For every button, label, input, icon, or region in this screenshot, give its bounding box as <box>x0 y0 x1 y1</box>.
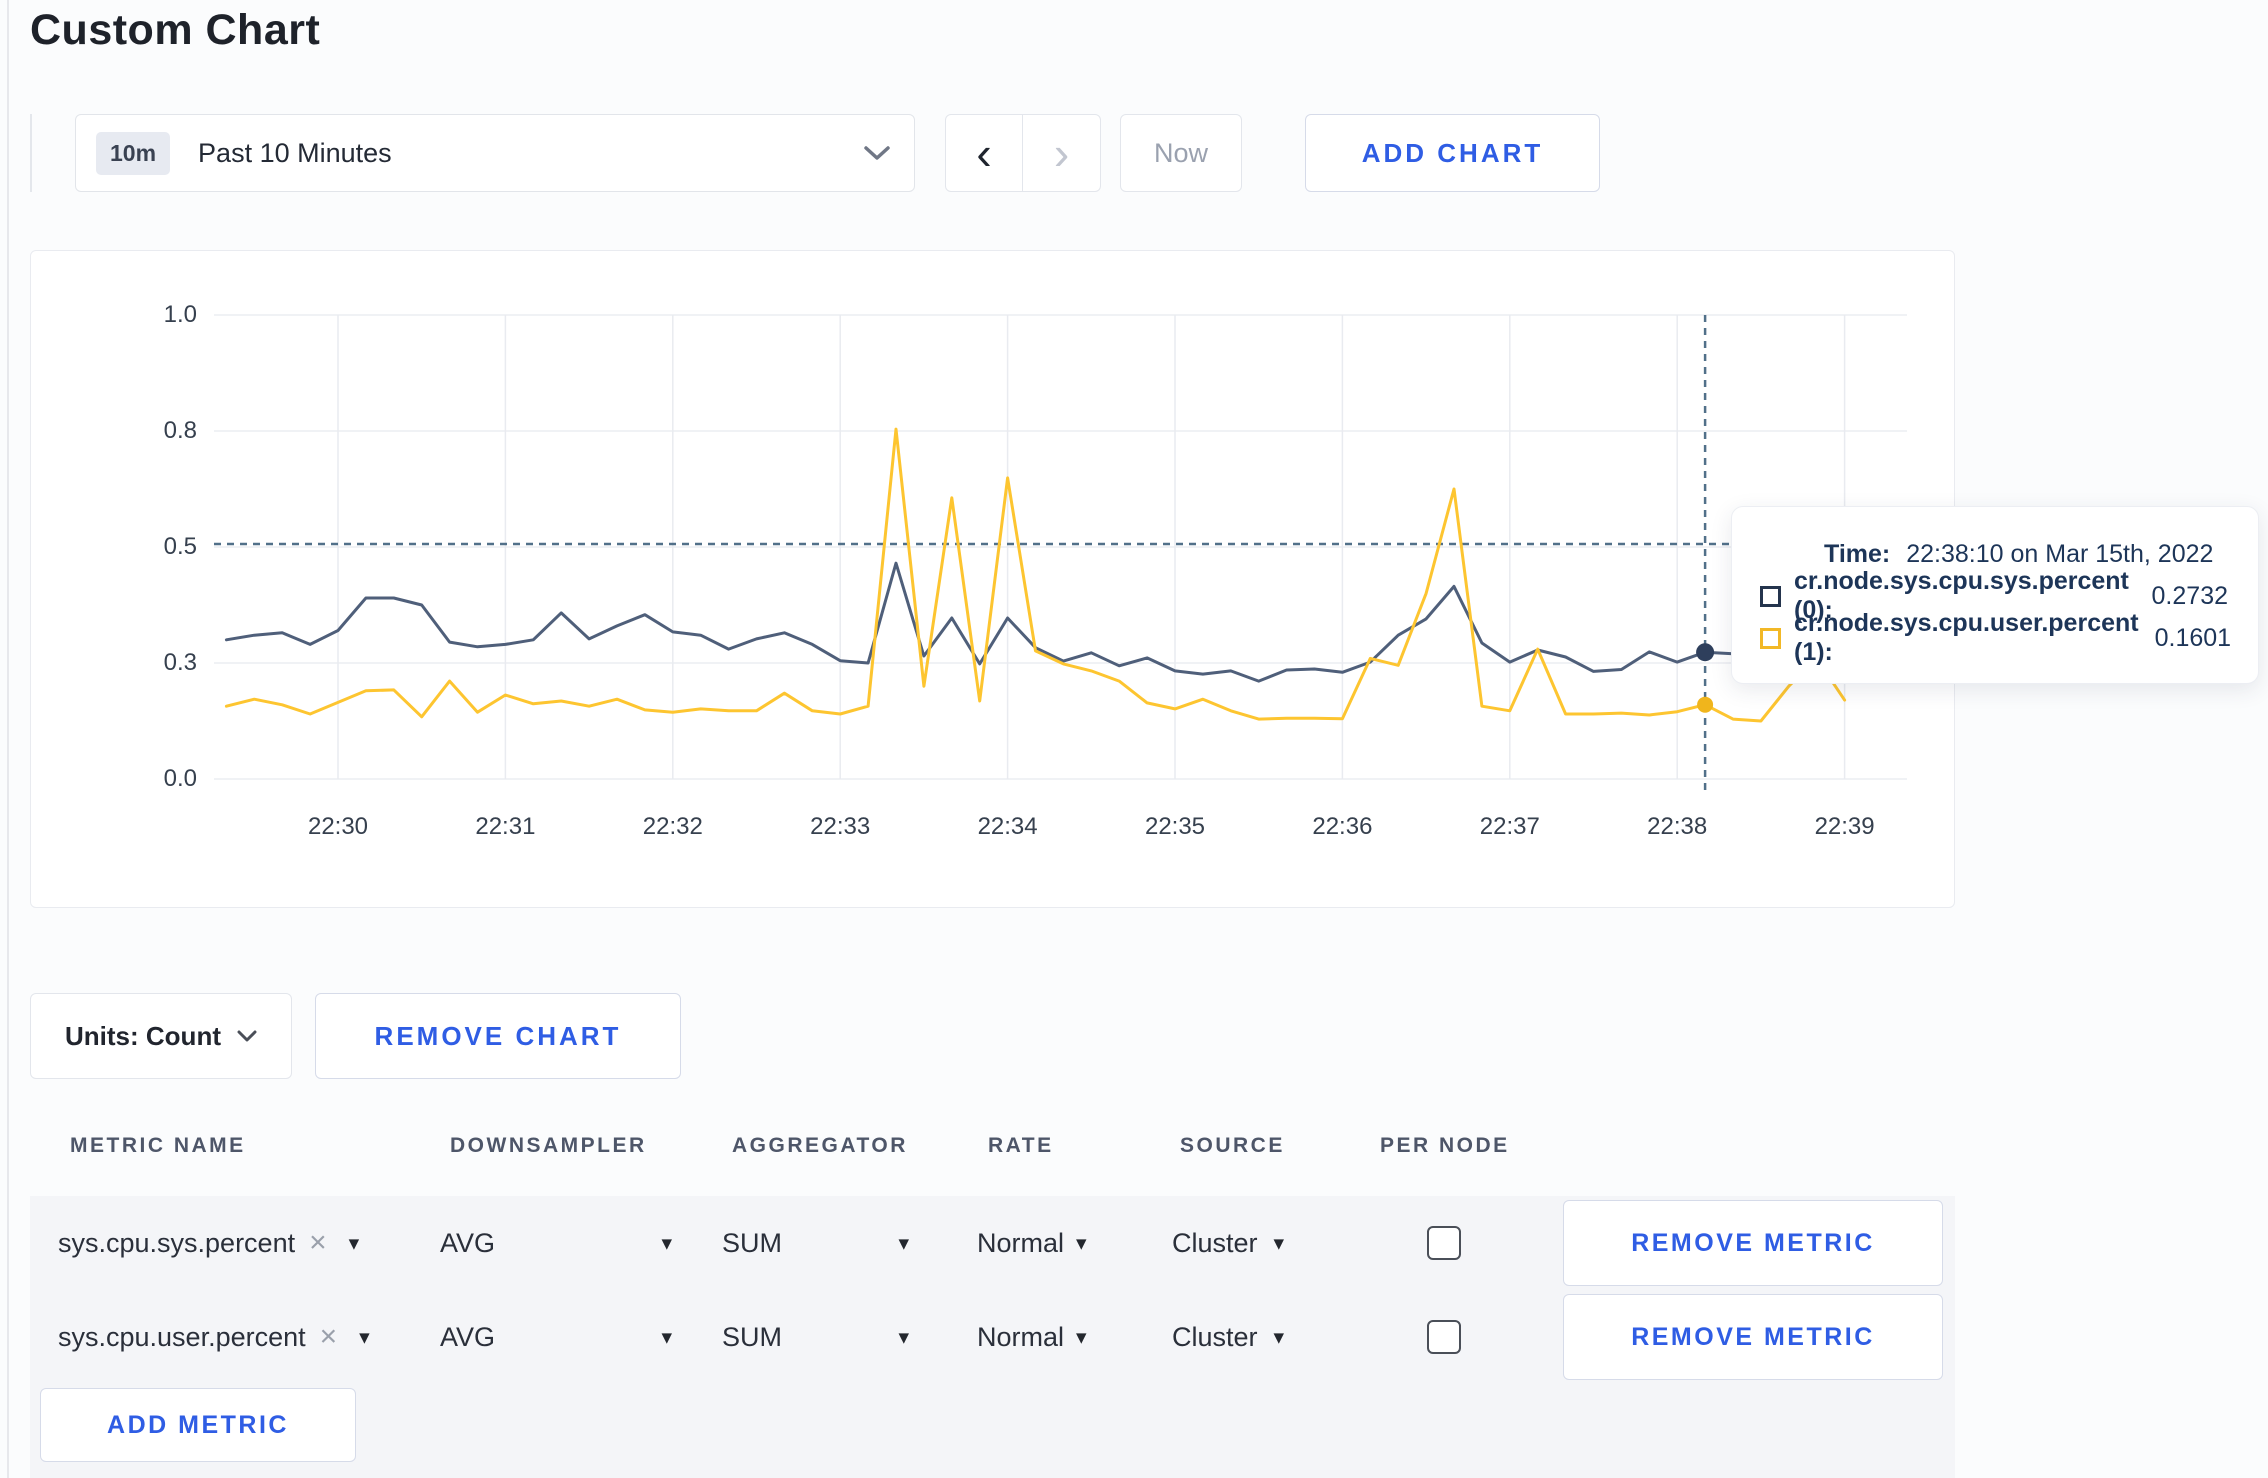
col-header-per-node: PER NODE <box>1380 1134 1510 1157</box>
downsampler-value: AVG <box>440 1227 496 1258</box>
per-node-checkbox[interactable] <box>1427 1226 1461 1260</box>
add-chart-button[interactable]: ADD CHART <box>1305 114 1600 192</box>
aggregator-value: SUM <box>722 1227 782 1258</box>
x-axis-label: 22:33 <box>810 813 871 840</box>
tooltip-series-user-name: cr.node.sys.cpu.user.percent (1): <box>1794 609 2139 666</box>
downsampler-value: AVG <box>440 1321 496 1352</box>
x-axis-label: 22:38 <box>1647 813 1708 840</box>
metrics-table-body: sys.cpu.sys.percent × ▾ AVG ▾ SUM ▾ Norm… <box>30 1196 1955 1478</box>
tooltip-series-user-value: 0.1601 <box>2154 623 2232 652</box>
page-left-divider <box>7 0 9 1478</box>
source-select[interactable]: Cluster ▾ <box>1172 1196 1284 1290</box>
per-node-checkbox[interactable] <box>1427 1320 1461 1354</box>
remove-metric-button[interactable]: REMOVE METRIC <box>1563 1200 1943 1286</box>
caret-down-icon: ▾ <box>1076 1325 1087 1349</box>
rate-value: Normal <box>977 1227 1065 1258</box>
now-button[interactable]: Now <box>1120 114 1242 192</box>
caret-down-icon: ▾ <box>898 1325 909 1349</box>
x-axis-label: 22:39 <box>1814 813 1875 840</box>
chart-svg <box>214 314 1907 793</box>
metrics-table-header: METRIC NAME DOWNSAMPLER AGGREGATOR RATE … <box>30 1134 1955 1180</box>
caret-down-icon: ▾ <box>661 1325 672 1349</box>
hover-dot-user <box>1697 696 1714 713</box>
chart-tooltip: Time: 22:38:10 on Mar 15th, 2022 cr.node… <box>1731 506 2259 684</box>
downsampler-select[interactable]: AVG ▾ <box>440 1290 672 1384</box>
y-axis-label: 0.5 <box>163 533 197 560</box>
downsampler-select[interactable]: AVG ▾ <box>440 1196 672 1290</box>
aggregator-select[interactable]: SUM ▾ <box>722 1196 909 1290</box>
col-header-downsampler: DOWNSAMPLER <box>450 1134 647 1157</box>
tooltip-time-value: 22:38:10 on Mar 15th, 2022 <box>1906 539 2214 568</box>
units-label: Units: Count <box>65 1020 221 1051</box>
col-header-rate: RATE <box>988 1134 1054 1157</box>
time-window-nav: ‹ › <box>945 114 1101 192</box>
col-header-aggregator: AGGREGATOR <box>732 1134 908 1157</box>
series-line-user <box>224 427 1847 723</box>
rate-select[interactable]: Normal ▾ <box>977 1290 1087 1384</box>
time-range-badge: 10m <box>96 131 171 175</box>
tooltip-time-label: Time: <box>1824 539 1891 568</box>
series-sys-legend-icon <box>1760 585 1781 607</box>
hover-dot-sys <box>1696 643 1715 662</box>
chevron-down-icon <box>237 1030 257 1043</box>
x-axis-label: 22:35 <box>1144 813 1206 840</box>
prev-window-button[interactable]: ‹ <box>946 115 1023 191</box>
col-header-metric-name: METRIC NAME <box>70 1134 246 1157</box>
source-value: Cluster <box>1172 1227 1258 1258</box>
x-axis-label: 22:37 <box>1479 813 1540 840</box>
chevron-down-icon <box>864 145 890 161</box>
time-range-label: Past 10 Minutes <box>198 137 392 168</box>
chart-card[interactable]: 0.0 0.3 0.5 0.8 1.0 22:30 22:31 22:32 22:33 22:34… <box>30 250 2259 908</box>
col-header-source: SOURCE <box>1180 1134 1285 1157</box>
rate-select[interactable]: Normal ▾ <box>977 1196 1087 1290</box>
remove-metric-x-icon[interactable]: × <box>309 1226 327 1260</box>
toolbar-divider <box>30 114 32 192</box>
caret-down-icon: ▾ <box>898 1231 909 1255</box>
aggregator-value: SUM <box>722 1321 782 1352</box>
caret-down-icon: ▾ <box>1273 1325 1285 1349</box>
table-row: sys.cpu.user.percent × ▾ AVG ▾ SUM ▾ Nor… <box>30 1290 1955 1384</box>
source-value: Cluster <box>1172 1321 1258 1352</box>
table-row: sys.cpu.sys.percent × ▾ AVG ▾ SUM ▾ Norm… <box>30 1196 1955 1290</box>
y-axis-label: 0.3 <box>163 649 197 676</box>
chevron-right-icon: › <box>1053 127 1070 179</box>
caret-down-icon: ▾ <box>1076 1231 1087 1255</box>
y-axis-label: 1.0 <box>163 301 197 328</box>
x-axis-label: 22:36 <box>1312 813 1373 840</box>
caret-down-icon: ▾ <box>661 1231 672 1255</box>
x-axis-label: 22:32 <box>642 813 703 840</box>
time-range-dropdown[interactable]: 10m Past 10 Minutes <box>75 114 915 192</box>
series-user-legend-icon <box>1760 627 1781 649</box>
y-axis-label: 0.0 <box>163 765 197 792</box>
rate-value: Normal <box>977 1321 1065 1352</box>
metric-select-caret-icon[interactable]: ▾ <box>349 1231 360 1256</box>
remove-chart-button[interactable]: REMOVE CHART <box>315 993 681 1079</box>
chevron-left-icon: ‹ <box>976 127 992 179</box>
page-title: Custom Chart <box>30 6 321 54</box>
remove-metric-button[interactable]: REMOVE METRIC <box>1563 1294 1943 1380</box>
x-axis-label: 22:30 <box>307 813 369 840</box>
tooltip-series-sys-value: 0.2732 <box>2151 581 2228 610</box>
next-window-button[interactable]: › <box>1023 115 1100 191</box>
y-axis-label: 0.8 <box>163 417 197 444</box>
metric-name-value: sys.cpu.sys.percent <box>58 1227 296 1258</box>
source-select[interactable]: Cluster ▾ <box>1172 1290 1284 1384</box>
metric-name-value: sys.cpu.user.percent <box>58 1321 306 1352</box>
aggregator-select[interactable]: SUM ▾ <box>722 1290 909 1384</box>
x-axis-label: 22:34 <box>977 813 1038 840</box>
metric-select-caret-icon[interactable]: ▾ <box>359 1325 370 1350</box>
units-dropdown[interactable]: Units: Count <box>30 993 292 1079</box>
add-metric-button[interactable]: ADD METRIC <box>40 1388 356 1462</box>
x-axis-label: 22:31 <box>475 813 536 840</box>
caret-down-icon: ▾ <box>1273 1231 1285 1255</box>
remove-metric-x-icon[interactable]: × <box>320 1320 338 1354</box>
